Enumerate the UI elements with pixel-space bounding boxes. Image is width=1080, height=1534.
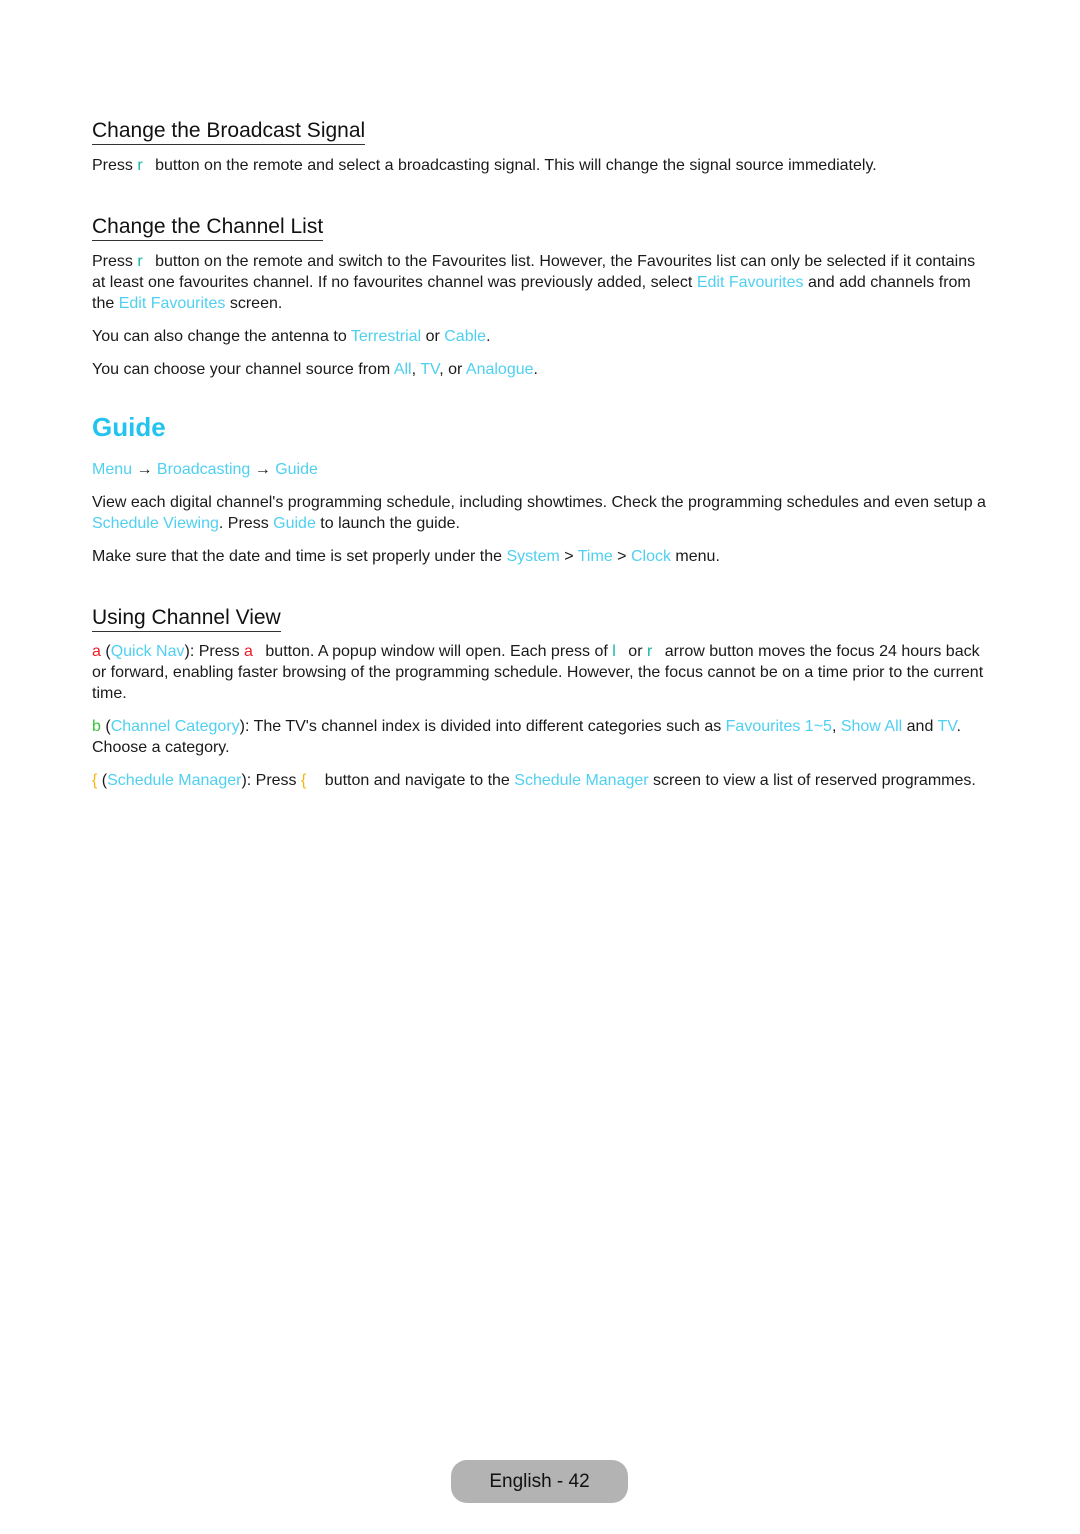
link-tv[interactable]: TV (938, 718, 957, 735)
link-analogue[interactable]: Analogue (466, 361, 534, 378)
text: or (421, 328, 445, 345)
link-cable[interactable]: Cable (444, 328, 486, 345)
breadcrumb-broadcasting[interactable]: Broadcasting (157, 461, 250, 478)
text: , (411, 361, 421, 378)
link-schedule-viewing[interactable]: Schedule Viewing (92, 515, 219, 532)
guide-description-paragraph: View each digital channel's programming … (92, 492, 987, 534)
left-arrow-key-icon: l (612, 643, 616, 660)
text: . (533, 361, 538, 378)
right-arrow-key-icon: r (137, 157, 143, 174)
link-favourites-1-5[interactable]: Favourites 1~5 (726, 718, 832, 735)
breadcrumb: Menu → Broadcasting → Guide (92, 459, 987, 480)
channel-source-paragraph: You can choose your channel source from … (92, 359, 987, 380)
text: Press (92, 157, 138, 174)
yellow-button-icon: { (301, 772, 307, 789)
text: > (559, 548, 578, 565)
link-clock[interactable]: Clock (631, 548, 671, 565)
text: to launch the guide. (315, 515, 460, 532)
text: ): The TV's channel index is divided int… (239, 718, 726, 735)
text: . (486, 328, 491, 345)
heading-using-channel-view: Using Channel View (92, 605, 281, 632)
text: button. A popup window will open. Each p… (260, 643, 613, 660)
text: ( (97, 772, 108, 789)
link-guide[interactable]: Guide (273, 515, 316, 532)
heading-change-broadcast-signal: Change the Broadcast Signal (92, 118, 366, 145)
section-title-guide: Guide (92, 412, 166, 442)
text: , (831, 718, 841, 735)
text: You can choose your channel source from (92, 361, 394, 378)
link-all[interactable]: All (394, 361, 412, 378)
text: You can also change the antenna to (92, 328, 351, 345)
link-show-all[interactable]: Show All (841, 718, 902, 735)
text: or (623, 643, 647, 660)
link-edit-favourites[interactable]: Edit Favourites (697, 274, 804, 291)
text: ( (100, 643, 111, 660)
text: ): Press (241, 772, 301, 789)
link-channel-category[interactable]: Channel Category (111, 718, 240, 735)
text: ( (100, 718, 111, 735)
link-schedule-manager[interactable]: Schedule Manager (514, 772, 648, 789)
heading-change-channel-list: Change the Channel List (92, 214, 324, 241)
quick-nav-item: a (Quick Nav): Press a button. A popup w… (92, 641, 987, 704)
link-quick-nav[interactable]: Quick Nav (111, 643, 185, 660)
text: Make sure that the date and time is set … (92, 548, 507, 565)
breadcrumb-menu[interactable]: Menu (92, 461, 132, 478)
antenna-paragraph: You can also change the antenna to Terre… (92, 326, 987, 347)
page-number-badge: English - 42 (451, 1460, 628, 1503)
right-arrow-key-icon: r (646, 643, 653, 660)
text: button on the remote and select a broadc… (150, 157, 877, 174)
link-tv[interactable]: TV (420, 361, 439, 378)
link-terrestrial[interactable]: Terrestrial (351, 328, 421, 345)
page-number-label: English - 42 (489, 1470, 590, 1492)
red-button-icon: a (244, 643, 253, 660)
red-button-icon: a (92, 643, 101, 660)
broadcast-signal-paragraph: Press r button on the remote and select … (92, 155, 987, 176)
text: Press (92, 253, 138, 270)
green-button-icon: b (92, 718, 101, 735)
text: . Press (218, 515, 274, 532)
channel-category-item: b (Channel Category): The TV's channel i… (92, 716, 987, 758)
clock-setting-paragraph: Make sure that the date and time is set … (92, 546, 987, 567)
channel-list-paragraph: Press r button on the remote and switch … (92, 251, 987, 314)
text: , or (439, 361, 466, 378)
text: View each digital channel's programming … (92, 494, 986, 511)
text: and (902, 718, 938, 735)
arrow-right-icon: → (132, 461, 157, 478)
right-arrow-key-icon: r (137, 253, 143, 270)
link-edit-favourites[interactable]: Edit Favourites (119, 295, 226, 312)
text: menu. (670, 548, 720, 565)
schedule-manager-item: { (Schedule Manager): Press { button and… (92, 770, 987, 791)
text: > (612, 548, 631, 565)
text: ): Press (184, 643, 245, 660)
arrow-right-icon: → (250, 461, 276, 478)
text: screen. (225, 295, 283, 312)
link-system[interactable]: System (506, 548, 559, 565)
link-schedule-manager[interactable]: Schedule Manager (107, 772, 241, 789)
text: screen to view a list of reserved progra… (648, 772, 976, 789)
text: button and navigate to the (320, 772, 515, 789)
link-time[interactable]: Time (578, 548, 613, 565)
breadcrumb-guide[interactable]: Guide (275, 461, 318, 478)
